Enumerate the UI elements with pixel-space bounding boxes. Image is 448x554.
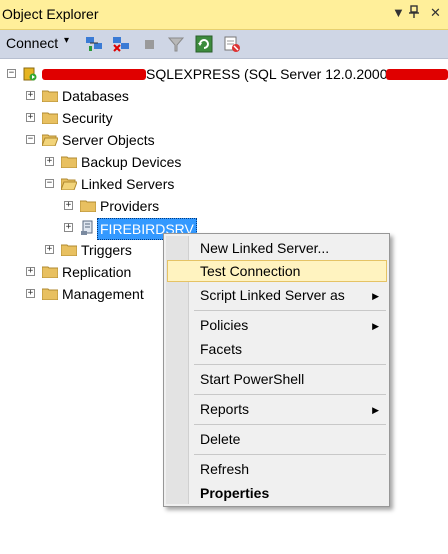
tree-item-databases[interactable]: + Databases (0, 86, 300, 106)
menu-separator (194, 364, 386, 365)
folder-open-icon (61, 178, 77, 190)
connect-dropdown-icon[interactable]: ▾ (64, 35, 69, 46)
menu-separator (194, 424, 386, 425)
tree-item-security[interactable]: + Security (0, 108, 300, 128)
tree-item-label: Management (62, 286, 144, 302)
folder-open-icon (42, 134, 58, 146)
expand-icon[interactable]: + (26, 289, 35, 298)
menu-item-delete[interactable]: Delete (200, 427, 380, 451)
folder-icon (42, 266, 58, 278)
menu-item-properties[interactable]: Properties (200, 481, 380, 505)
menu-separator (194, 454, 386, 455)
submenu-arrow-icon: ▶ (372, 405, 379, 415)
folder-icon (61, 156, 77, 168)
tree-item-label: Backup Devices (81, 154, 182, 170)
expand-icon[interactable]: + (64, 223, 73, 232)
redaction-mark (42, 69, 146, 80)
submenu-arrow-icon: ▶ (372, 291, 379, 301)
redaction-mark (386, 69, 448, 80)
tree-item-backup-devices[interactable]: + Backup Devices (0, 152, 300, 172)
menu-item-start-powershell[interactable]: Start PowerShell (200, 367, 380, 391)
menu-item-test-connection[interactable]: Test Connection (200, 259, 380, 283)
submenu-arrow-icon: ▶ (372, 321, 379, 331)
tree-item-replication[interactable]: + Replication (0, 262, 160, 282)
expand-icon[interactable]: + (26, 91, 35, 100)
window-title: Object Explorer (2, 6, 99, 22)
activity-monitor-icon[interactable] (222, 34, 242, 54)
collapse-icon[interactable]: − (26, 135, 35, 144)
disconnect-icon[interactable] (111, 34, 131, 54)
connect-object-explorer-icon[interactable] (84, 34, 104, 54)
context-menu: New Linked Server... Test Connection Scr… (163, 233, 390, 507)
title-bar: Object Explorer ▼ ✕ (0, 0, 448, 30)
collapse-icon[interactable]: − (7, 69, 16, 78)
expand-icon[interactable]: + (64, 201, 73, 210)
linked-server-icon (81, 220, 93, 235)
server-node[interactable]: − SQLEXPRESS (SQL Server 12.0.2000 - (0, 64, 448, 84)
tree-item-label: Triggers (81, 242, 132, 258)
tree-item-linked-servers[interactable]: − Linked Servers (0, 174, 300, 194)
stop-icon[interactable] (140, 34, 160, 54)
folder-icon (61, 244, 77, 256)
tree-item-label: Databases (62, 88, 129, 104)
tree-item-label: Server Objects (62, 132, 155, 148)
folder-icon (42, 288, 58, 300)
tree-item-label: Providers (100, 198, 160, 214)
menu-item-reports[interactable]: Reports (200, 397, 380, 421)
folder-icon (42, 112, 58, 124)
close-icon[interactable]: ✕ (430, 5, 441, 21)
expand-icon[interactable]: + (26, 267, 35, 276)
tree-item-label: Security (62, 110, 113, 126)
refresh-icon[interactable] (194, 34, 214, 54)
expand-icon[interactable]: + (45, 157, 54, 166)
expand-icon[interactable]: + (26, 113, 35, 122)
window-dropdown-icon[interactable]: ▼ (392, 5, 405, 20)
server-label: SQLEXPRESS (SQL Server 12.0.2000 - (146, 66, 397, 82)
server-icon (23, 67, 37, 81)
menu-item-new-linked-server[interactable]: New Linked Server... (200, 236, 380, 260)
tree-item-server-objects[interactable]: − Server Objects (0, 130, 300, 150)
menu-item-script-linked-server-as[interactable]: Script Linked Server as (200, 283, 380, 307)
pin-icon[interactable] (408, 5, 420, 22)
menu-item-refresh[interactable]: Refresh (200, 457, 380, 481)
tree-item-triggers[interactable]: + Triggers (0, 240, 160, 260)
toolbar: Connect ▾ (0, 30, 448, 59)
folder-icon (80, 200, 96, 212)
folder-icon (42, 90, 58, 102)
tree-item-label: Linked Servers (81, 176, 175, 192)
filter-icon[interactable] (166, 34, 186, 54)
collapse-icon[interactable]: − (45, 179, 54, 188)
connect-button[interactable]: Connect (6, 35, 58, 51)
tree-item-management[interactable]: + Management (0, 284, 160, 304)
menu-separator (194, 394, 386, 395)
menu-item-policies[interactable]: Policies (200, 313, 380, 337)
menu-separator (194, 310, 386, 311)
expand-icon[interactable]: + (45, 245, 54, 254)
menu-item-facets[interactable]: Facets (200, 337, 380, 361)
tree-item-label: Replication (62, 264, 132, 280)
tree-item-providers[interactable]: + Providers (0, 196, 300, 216)
